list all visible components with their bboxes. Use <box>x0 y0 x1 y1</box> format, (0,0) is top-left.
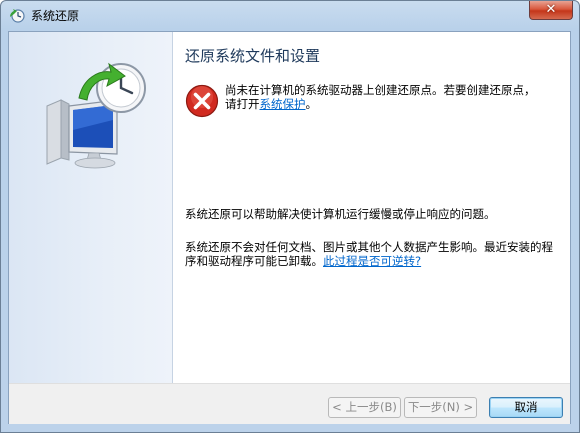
error-message: 尚未在计算机的系统驱动器上创建还原点。若要创建还原点，请打开系统保护。 <box>225 83 545 111</box>
description-text: 系统还原可以帮助解决使计算机运行缓慢或停止响应的问题。 <box>185 207 496 221</box>
button-bar: < 上一步(B) 下一步(N) > 取消 <box>9 383 570 424</box>
title-bar[interactable]: 系统还原 ✕ <box>1 1 579 31</box>
close-icon: ✕ <box>545 2 557 17</box>
error-message-end: 。 <box>305 97 318 111</box>
is-reversible-link[interactable]: 此过程是否可逆转? <box>323 254 421 268</box>
client-area: 还原系统文件和设置 尚未在计算机的系统驱动器上创建还原点。若要创建还原点，请打开… <box>8 31 571 424</box>
computer-clock-restore-icon <box>46 62 146 169</box>
cancel-button[interactable]: 取消 <box>489 397 563 418</box>
main-content: 还原系统文件和设置 尚未在计算机的系统驱动器上创建还原点。若要创建还原点，请打开… <box>185 32 565 383</box>
system-restore-icon <box>9 9 25 23</box>
error-x-icon <box>185 84 219 118</box>
close-button[interactable]: ✕ <box>529 1 573 20</box>
system-protection-link[interactable]: 系统保护 <box>260 97 306 111</box>
system-restore-window: 系统还原 ✕ 还原系统文件和设置 尚未在计算机的系统驱动器上创建还原点。若要创建… <box>0 0 580 433</box>
next-button[interactable]: 下一步(N) > <box>404 397 477 418</box>
back-button[interactable]: < 上一步(B) <box>328 397 401 418</box>
notice-text: 系统还原不会对任何文档、图片或其他个人数据产生影响。最近安装的程序和驱动程序可能… <box>185 240 555 268</box>
sidebar <box>9 32 173 383</box>
page-title: 还原系统文件和设置 <box>185 47 321 65</box>
window-title: 系统还原 <box>31 9 80 23</box>
